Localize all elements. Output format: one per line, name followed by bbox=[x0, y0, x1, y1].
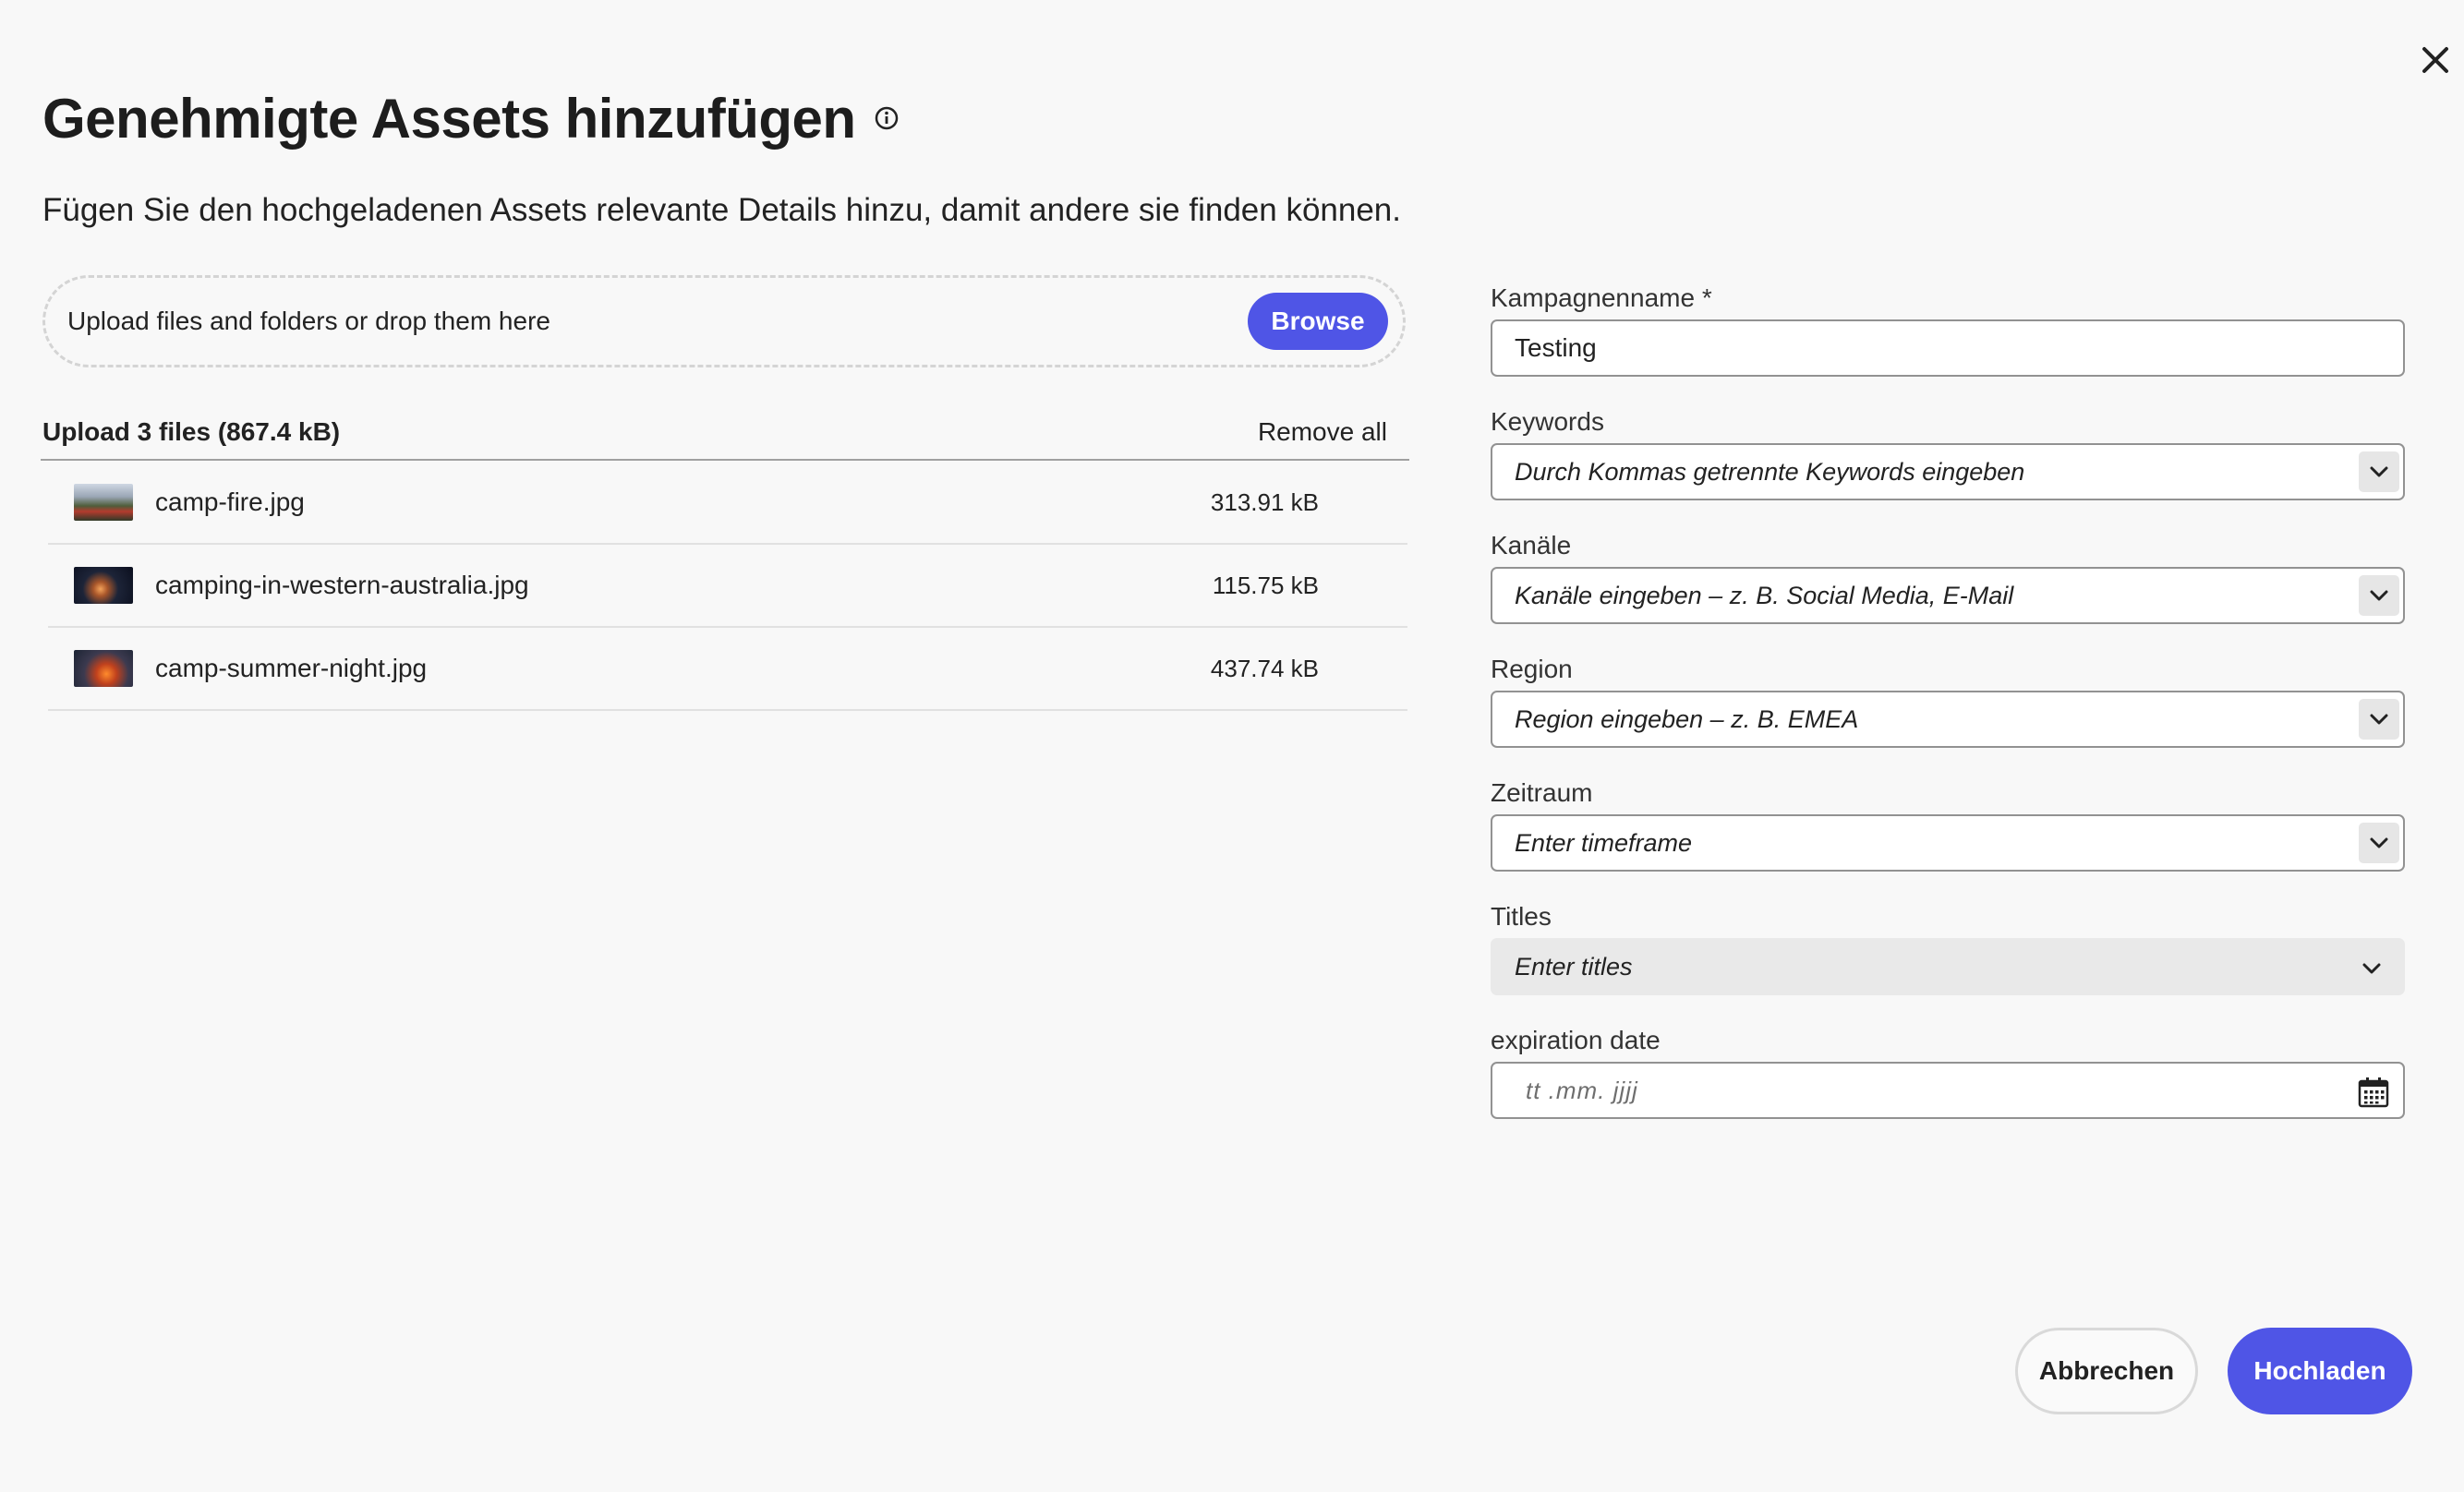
channels-label: Kanäle bbox=[1491, 531, 1572, 560]
file-name: camp-fire.jpg bbox=[155, 487, 305, 516]
file-size: 437.74 kB bbox=[1210, 654, 1319, 682]
chevron-down-icon[interactable] bbox=[2359, 451, 2399, 492]
file-list: camp-fire.jpg 313.91 kB camping-in-weste… bbox=[48, 462, 1407, 711]
campaign-name-input[interactable]: Testing bbox=[1491, 319, 2405, 377]
cancel-button[interactable]: Abbrechen bbox=[2015, 1328, 2198, 1414]
region-placeholder: Region eingeben – z. B. EMEA bbox=[1515, 704, 1859, 733]
expiration-date-input[interactable]: tt .mm. jjjj bbox=[1491, 1062, 2405, 1119]
upload-dropzone[interactable]: Upload files and folders or drop them he… bbox=[42, 275, 1406, 367]
keywords-label: Keywords bbox=[1491, 407, 1604, 436]
keywords-combobox[interactable]: Durch Kommas getrennte Keywords eingeben bbox=[1491, 443, 2405, 500]
region-label: Region bbox=[1491, 655, 1573, 683]
close-icon bbox=[2422, 47, 2448, 73]
file-row[interactable]: camping-in-western-australia.jpg 115.75 … bbox=[48, 545, 1407, 628]
file-row[interactable]: camp-summer-night.jpg 437.74 kB bbox=[48, 628, 1407, 711]
file-row[interactable]: camp-fire.jpg 313.91 kB bbox=[48, 462, 1407, 545]
dialog-title: Genehmigte Assets hinzufügen bbox=[42, 81, 899, 155]
divider bbox=[41, 459, 1409, 461]
dropzone-text: Upload files and folders or drop them he… bbox=[67, 307, 550, 335]
file-thumbnail bbox=[74, 484, 133, 521]
file-name: camp-summer-night.jpg bbox=[155, 654, 428, 682]
remove-all-button[interactable]: Remove all bbox=[1258, 417, 1387, 447]
timeframe-label: Zeitraum bbox=[1491, 778, 1593, 807]
expiration-date-label: expiration date bbox=[1491, 1026, 1661, 1054]
browse-button[interactable]: Browse bbox=[1248, 293, 1388, 350]
calendar-icon[interactable] bbox=[2353, 1072, 2394, 1113]
timeframe-placeholder: Enter timeframe bbox=[1515, 828, 1693, 857]
titles-picker[interactable]: Enter titles bbox=[1491, 938, 2405, 995]
file-size: 115.75 kB bbox=[1212, 571, 1319, 599]
dialog-subtitle: Fügen Sie den hochgeladenen Assets relev… bbox=[42, 192, 1401, 228]
chevron-down-icon[interactable] bbox=[2359, 699, 2399, 740]
chevron-down-icon[interactable] bbox=[2359, 575, 2399, 616]
upload-list-header: Upload 3 files (867.4 kB) Remove all bbox=[42, 404, 1409, 460]
expiration-date-placeholder: tt .mm. jjjj bbox=[1526, 1076, 1638, 1104]
chevron-down-icon bbox=[2351, 948, 2392, 989]
titles-placeholder: Enter titles bbox=[1515, 952, 1633, 981]
info-icon[interactable] bbox=[875, 106, 899, 130]
campaign-name-value: Testing bbox=[1515, 333, 1597, 362]
file-size: 313.91 kB bbox=[1210, 487, 1319, 516]
chevron-down-icon[interactable] bbox=[2359, 823, 2399, 863]
titles-label: Titles bbox=[1491, 902, 1552, 931]
dialog-title-text: Genehmigte Assets hinzufügen bbox=[42, 87, 856, 150]
file-name: camping-in-western-australia.jpg bbox=[155, 571, 529, 599]
upload-button[interactable]: Hochladen bbox=[2228, 1328, 2412, 1414]
close-button[interactable] bbox=[2412, 37, 2458, 83]
upload-count: Upload 3 files (867.4 kB) bbox=[42, 417, 341, 446]
metadata-form: Kampagnenname * Testing Keywords Durch K… bbox=[1491, 277, 2405, 1143]
campaign-name-label: Kampagnenname * bbox=[1491, 283, 1712, 312]
timeframe-combobox[interactable]: Enter timeframe bbox=[1491, 814, 2405, 872]
keywords-placeholder: Durch Kommas getrennte Keywords eingeben bbox=[1515, 457, 2025, 486]
file-thumbnail bbox=[74, 650, 133, 687]
channels-combobox[interactable]: Kanäle eingeben – z. B. Social Media, E-… bbox=[1491, 567, 2405, 624]
file-thumbnail bbox=[74, 567, 133, 604]
region-combobox[interactable]: Region eingeben – z. B. EMEA bbox=[1491, 691, 2405, 748]
channels-placeholder: Kanäle eingeben – z. B. Social Media, E-… bbox=[1515, 581, 2014, 609]
